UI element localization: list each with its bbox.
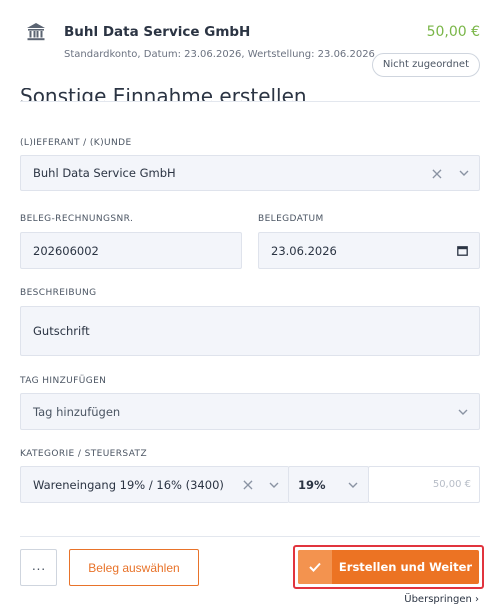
invoice-number-value: 202606002	[33, 243, 99, 258]
tax-rate-value: 19%	[298, 477, 326, 492]
description-label: Beschreibung	[20, 288, 97, 298]
amount-input[interactable]: 50,00 €	[368, 466, 480, 503]
create-and-next-label: Erstellen und Weiter	[338, 560, 473, 574]
transaction-meta: Standardkonto, Datum: 23.06.2026, Wertst…	[64, 49, 375, 60]
tag-label: Tag hinzufügen	[20, 376, 107, 386]
description-input[interactable]: Gutschrift	[20, 306, 480, 356]
tax-rate-select[interactable]: 19%	[288, 466, 369, 503]
status-badge[interactable]: Nicht zugeordnet	[371, 53, 480, 77]
clear-icon[interactable]: ×	[237, 475, 259, 494]
transaction-header: Buhl Data Service GmbH Standardkonto, Da…	[0, 0, 500, 100]
form-title: Sonstige Einnahme erstellen	[20, 88, 307, 102]
supplier-select[interactable]: Buhl Data Service GmbH ×	[20, 155, 480, 191]
amount-placeholder: 50,00 €	[432, 479, 471, 490]
supplier-value: Buhl Data Service GmbH	[33, 166, 176, 180]
highlight-frame: Erstellen und Weiter	[293, 545, 484, 589]
description-value: Gutschrift	[33, 324, 90, 338]
create-and-next-button[interactable]: Erstellen und Weiter	[298, 550, 479, 584]
date-value: 23.06.2026	[271, 243, 337, 258]
bottom-divider	[20, 536, 480, 537]
check-icon	[298, 550, 332, 584]
chevron-down-icon[interactable]	[447, 409, 479, 415]
select-receipt-button[interactable]: Beleg auswählen	[69, 549, 199, 586]
clear-icon[interactable]: ×	[425, 164, 449, 183]
tag-placeholder: Tag hinzufügen	[33, 404, 121, 419]
invoice-number-input[interactable]: 202606002	[20, 232, 242, 269]
bank-icon	[27, 23, 45, 41]
chevron-down-icon[interactable]	[338, 482, 368, 488]
category-select[interactable]: Wareneingang 19% / 16% (3400) ×	[20, 466, 289, 503]
more-button[interactable]: ···	[20, 549, 57, 586]
tag-select[interactable]: Tag hinzufügen	[20, 393, 480, 430]
date-label: Belegdatum	[258, 214, 324, 224]
calendar-icon[interactable]	[445, 245, 479, 256]
header-divider	[20, 101, 480, 102]
date-input[interactable]: 23.06.2026	[258, 232, 480, 269]
invoice-number-label: Beleg-Rechnungsnr.	[20, 214, 134, 224]
category-value: Wareneingang 19% / 16% (3400)	[33, 477, 224, 492]
transaction-amount: 50,00 €	[426, 24, 480, 40]
supplier-label: (L)ieferant / (K)unde	[20, 138, 132, 148]
chevron-down-icon[interactable]	[259, 482, 289, 488]
category-label: Kategorie / Steuersatz	[20, 449, 148, 459]
chevron-down-icon[interactable]	[449, 170, 479, 176]
skip-link[interactable]: Überspringen ›	[404, 594, 479, 605]
transaction-name: Buhl Data Service GmbH	[64, 24, 251, 40]
